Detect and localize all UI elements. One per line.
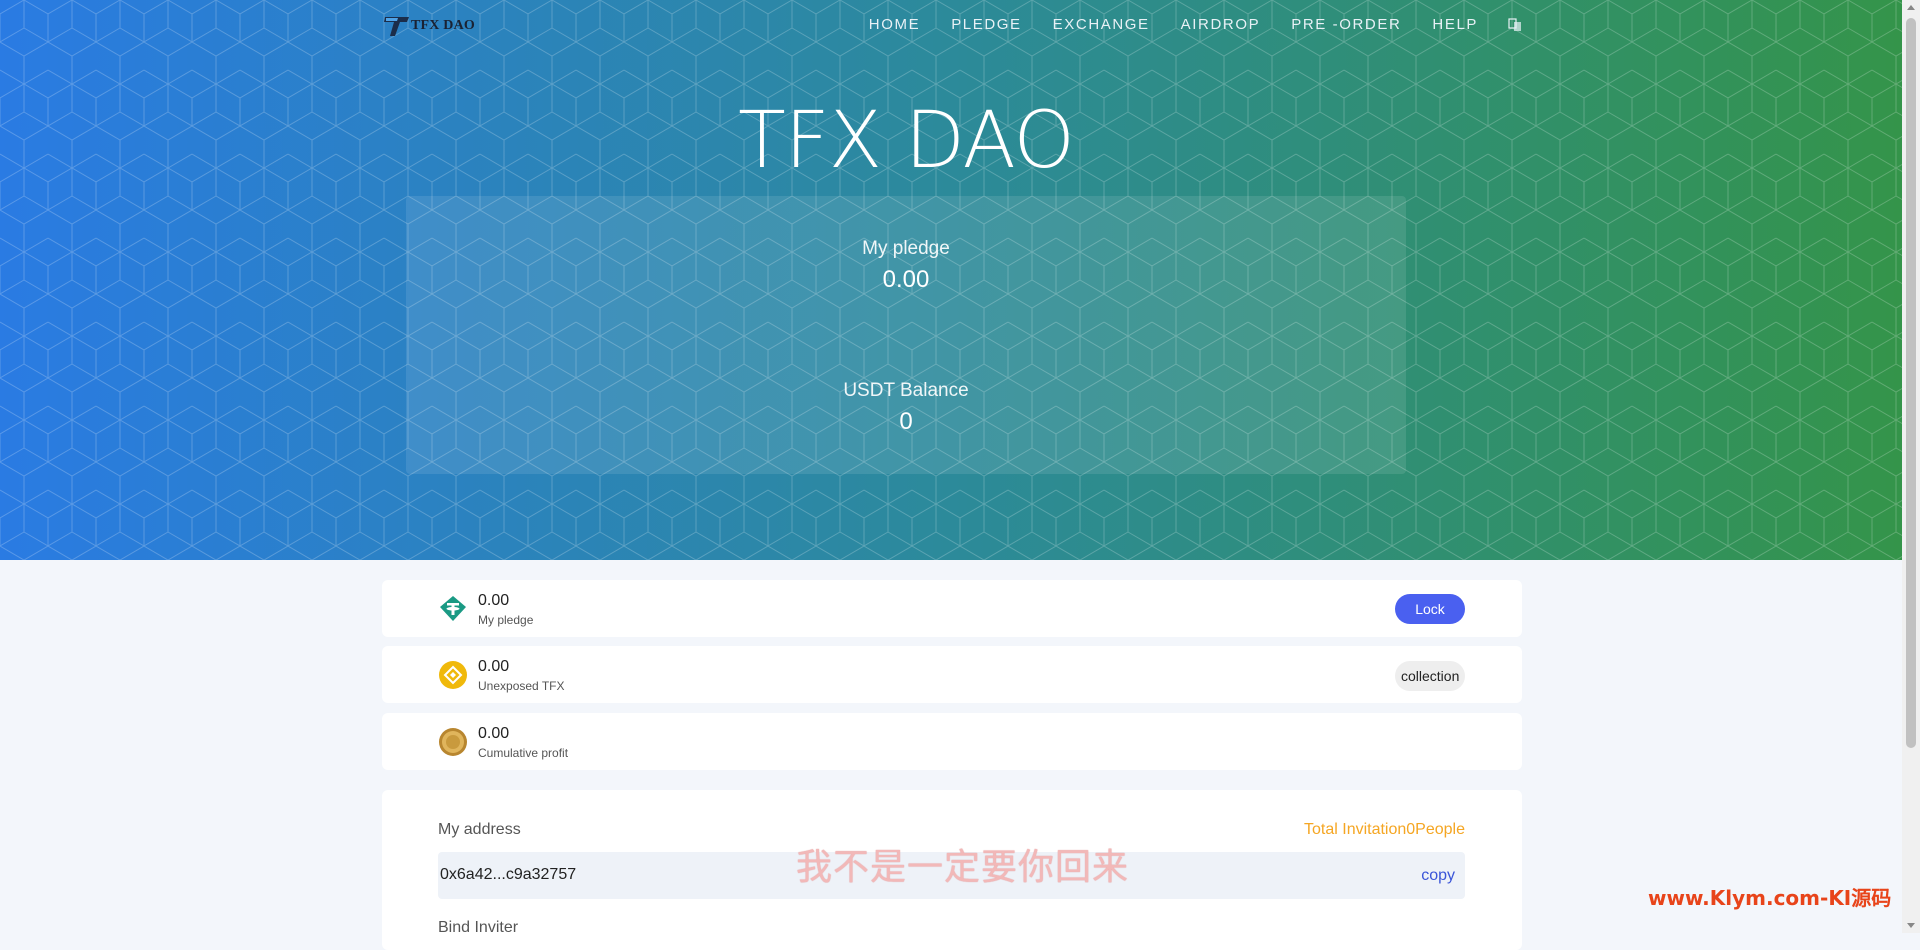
stat-label: My pledge <box>862 238 950 259</box>
stat-usdt-balance: USDT Balance 0 <box>406 380 1406 436</box>
nav-help-link[interactable]: HELP <box>1432 16 1478 33</box>
nav-menu: HOME PLEDGE EXCHANGE AIRDROP PRE -ORDER … <box>838 16 1522 33</box>
invitation-count: Total Invitation0People <box>1304 821 1465 838</box>
asset-row-my-pledge: 0.00 My pledge Lock <box>382 580 1522 637</box>
asset-value: 0.00 <box>478 725 510 742</box>
scroll-down-arrow[interactable] <box>1907 923 1915 928</box>
asset-label: Cumulative profit <box>478 746 569 760</box>
lock-button[interactable]: Lock <box>1395 594 1465 624</box>
bnb-coin-icon <box>439 661 467 689</box>
stat-value: 0.00 <box>882 266 930 293</box>
nav-airdrop-link[interactable]: AIRDROP <box>1181 16 1261 33</box>
bind-inviter-title: Bind Inviter <box>438 919 519 936</box>
nav-exchange-link[interactable]: EXCHANGE <box>1053 16 1150 33</box>
hero-banner: TFX DAO HOME PLEDGE EXCHANGE AIRDROP PRE… <box>0 0 1902 560</box>
scroll-up-arrow[interactable] <box>1907 5 1915 10</box>
stat-value: 0 <box>899 408 913 435</box>
page-title: TFX DAO <box>738 96 1075 186</box>
my-address-title: My address <box>438 821 521 838</box>
wallet-address: 0x6a42...c9a32757 <box>440 866 577 883</box>
translate-icon[interactable] <box>1508 17 1522 32</box>
copy-button[interactable]: copy <box>1421 867 1455 885</box>
nav-pledge-link[interactable]: PLEDGE <box>951 16 1021 33</box>
top-navigation: TFX DAO HOME PLEDGE EXCHANGE AIRDROP PRE… <box>382 0 1522 50</box>
usdt-icon <box>440 596 466 621</box>
scroll-thumb[interactable] <box>1906 18 1916 748</box>
stat-label: USDT Balance <box>843 380 969 401</box>
stats-panel: My pledge 0.00 USDT Balance 0 <box>406 196 1406 474</box>
collection-button[interactable]: collection <box>1395 661 1465 691</box>
stat-my-pledge: My pledge 0.00 <box>406 238 1406 294</box>
site-watermark: www.Klym.com-KI源码 <box>1648 886 1892 910</box>
asset-label: My pledge <box>478 613 534 627</box>
page-scrollbar[interactable] <box>1902 0 1920 933</box>
asset-label: Unexposed TFX <box>478 679 565 693</box>
overlay-caption: 我不是一定要你回来 <box>796 847 1130 888</box>
asset-value: 0.00 <box>478 592 510 609</box>
asset-value: 0.00 <box>478 658 510 675</box>
logo-text: TFX DAO <box>411 18 476 33</box>
nav-home-link[interactable]: HOME <box>869 16 920 33</box>
nav-pre-order-link[interactable]: PRE -ORDER <box>1291 16 1401 33</box>
asset-row-cumulative-profit: 0.00 Cumulative profit <box>382 713 1522 770</box>
gold-coin-icon <box>439 728 467 756</box>
logo[interactable]: TFX DAO <box>384 14 475 38</box>
tfx-logo-icon <box>384 17 409 36</box>
asset-row-unexposed-tfx: 0.00 Unexposed TFX collection <box>382 646 1522 703</box>
